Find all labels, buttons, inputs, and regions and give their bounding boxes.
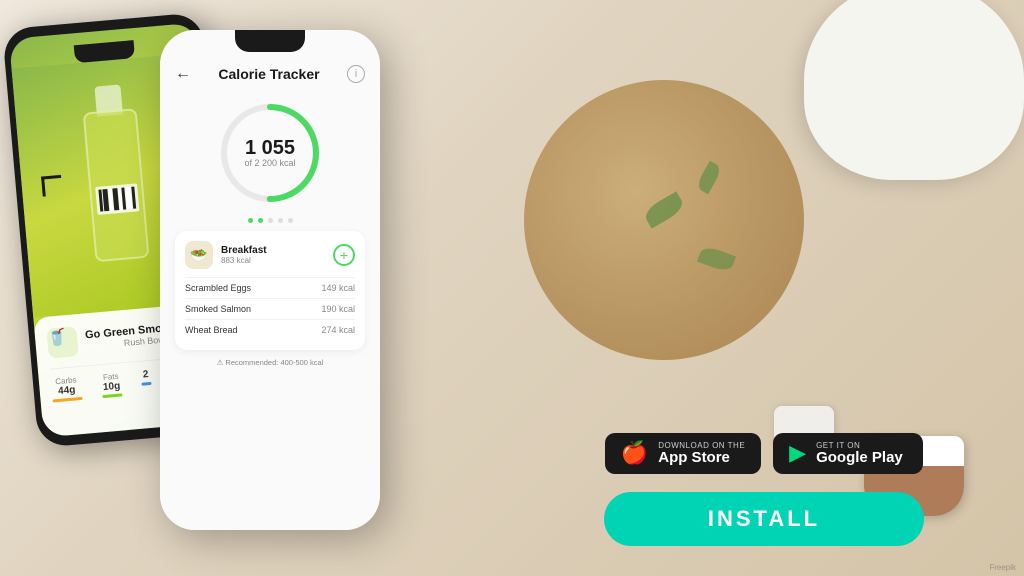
meal-icon: 🥗 <box>185 241 213 269</box>
meal-name: Breakfast <box>221 245 333 256</box>
app-store-text: Download on the App Store <box>658 441 745 467</box>
install-label: INSTALL <box>708 506 820 531</box>
calorie-goal: of 2 200 kcal <box>244 158 295 168</box>
food-item-3: Wheat Bread 274 kcal <box>185 319 355 340</box>
google-play-icon: ▶ <box>789 442 806 464</box>
teapot <box>804 0 1024 180</box>
watermark: Freepik <box>989 563 1016 572</box>
meal-section: 🥗 Breakfast 883 kcal + Scrambled Eggs 14… <box>175 231 365 350</box>
app-header: ← Calorie Tracker i <box>175 60 365 83</box>
product-icon: 🥤 <box>46 326 79 359</box>
food-item-2: Smoked Salmon 190 kcal <box>185 298 355 319</box>
notch-front <box>235 30 305 52</box>
calorie-circle-container: 1 055 of 2 200 kcal <box>175 98 365 208</box>
google-play-main: Google Play <box>816 450 903 467</box>
app-store-button[interactable]: 🍎 Download on the App Store <box>605 433 761 475</box>
google-play-button[interactable]: ▶ GET IT ON Google Play <box>773 433 923 475</box>
app-title: Calorie Tracker <box>218 66 319 82</box>
add-food-button[interactable]: + <box>333 244 355 266</box>
dot-5 <box>288 218 293 223</box>
info-icon[interactable]: i <box>347 65 365 83</box>
food-item-1: Scrambled Eggs 149 kcal <box>185 277 355 298</box>
app-screen: ← Calorie Tracker i 1 055 of 2 200 kcal <box>160 30 380 530</box>
store-buttons: 🍎 Download on the App Store ▶ GET IT ON … <box>605 433 923 475</box>
google-play-text: GET IT ON Google Play <box>816 441 903 467</box>
meal-kcal: 883 kcal <box>221 256 333 265</box>
macro-other: 2 <box>140 369 152 395</box>
meal-header: 🥗 Breakfast 883 kcal + <box>185 241 355 269</box>
page-dots <box>175 218 365 223</box>
right-panel: 🍎 Download on the App Store ▶ GET IT ON … <box>524 433 1004 547</box>
app-store-main: App Store <box>658 450 745 467</box>
phone-calorie-tracker: ← Calorie Tracker i 1 055 of 2 200 kcal <box>160 30 380 530</box>
scan-corner-tl <box>41 175 63 197</box>
back-arrow-icon[interactable]: ← <box>175 65 191 83</box>
dot-3 <box>268 218 273 223</box>
apple-icon: 🍎 <box>621 442 648 464</box>
calorie-current: 1 055 <box>245 138 295 158</box>
meal-info: Breakfast 883 kcal <box>221 245 333 265</box>
calorie-center: 1 055 of 2 200 kcal <box>215 98 325 208</box>
macro-fats: Fats 10g <box>100 372 122 399</box>
recommended-text: ⚠ Recommended: 400-500 kcal <box>175 358 365 367</box>
install-button[interactable]: INSTALL <box>604 492 924 546</box>
dot-2 <box>258 218 263 223</box>
dot-1 <box>248 218 253 223</box>
macro-carbs: Carbs 44g <box>51 375 83 403</box>
dot-4 <box>278 218 283 223</box>
calorie-ring: 1 055 of 2 200 kcal <box>215 98 325 208</box>
